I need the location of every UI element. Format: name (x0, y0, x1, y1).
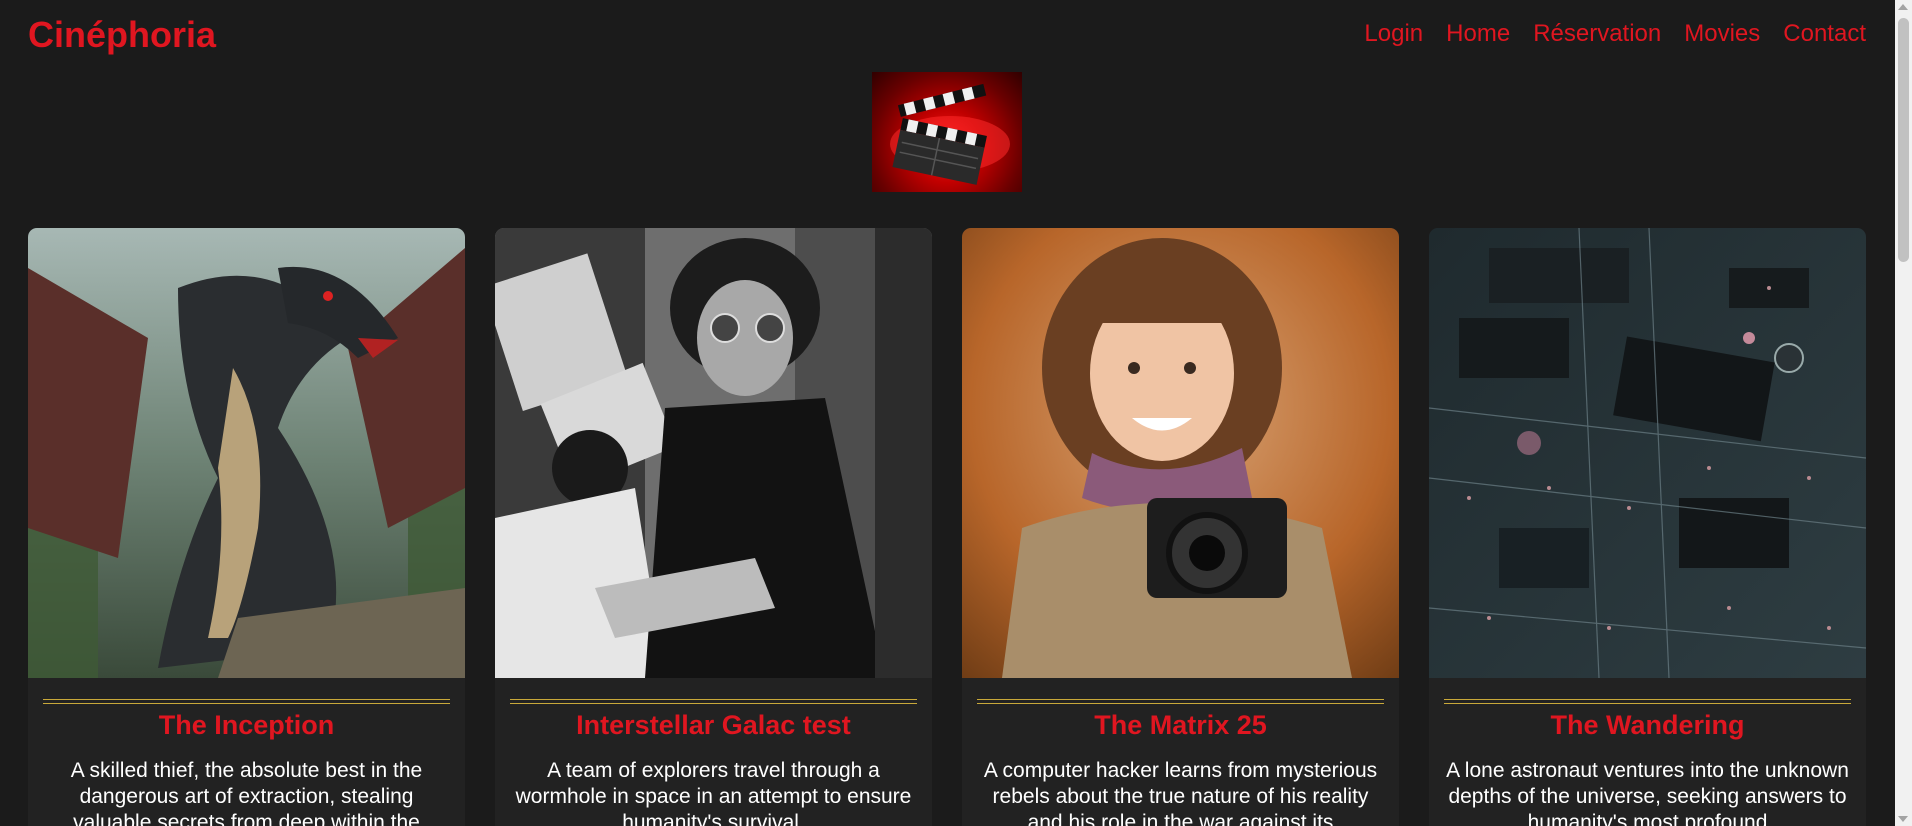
scroll-thumb[interactable] (1898, 18, 1909, 262)
movie-description: A lone astronaut ventures into the unkno… (1446, 759, 1849, 826)
movie-card[interactable]: Interstellar Galac test A team of explor… (495, 228, 932, 826)
movie-title[interactable]: The Wandering (1429, 710, 1866, 741)
nav-link-reservation[interactable]: Réservation (1533, 20, 1661, 48)
dragon-image (28, 228, 465, 678)
title-divider (977, 699, 1384, 704)
main-nav: Login Home Réservation Movies Contact (1364, 20, 1866, 48)
movie-description: A skilled thief, the absolute best in th… (70, 759, 423, 826)
title-divider (510, 699, 917, 704)
title-divider (1444, 699, 1851, 704)
page: Cinéphoria Login Home Réservation Movies… (0, 0, 1912, 826)
scroll-down-icon[interactable] (1898, 816, 1908, 822)
scroll-up-icon[interactable] (1898, 4, 1908, 10)
nav-link-home[interactable]: Home (1446, 20, 1510, 48)
movie-card[interactable]: The Inception A skilled thief, the absol… (28, 228, 465, 826)
title-divider (43, 699, 450, 704)
movie-title[interactable]: The Matrix 25 (962, 710, 1399, 741)
nav-link-contact[interactable]: Contact (1783, 20, 1866, 48)
movie-description: A computer hacker learns from mysterious… (983, 759, 1378, 826)
nav-link-movies[interactable]: Movies (1684, 20, 1760, 48)
movie-card[interactable]: The Wandering A lone astronaut ventures … (1429, 228, 1866, 826)
movie-list: The Inception A skilled thief, the absol… (28, 228, 1866, 826)
movie-card[interactable]: The Matrix 25 A computer hacker learns f… (962, 228, 1399, 826)
nav-link-login[interactable]: Login (1364, 20, 1423, 48)
bw-portrait-image (495, 228, 932, 678)
circuit-board-image (1429, 228, 1866, 678)
vertical-scrollbar[interactable] (1895, 0, 1912, 826)
clapperboard-icon (872, 72, 1022, 192)
movie-title[interactable]: The Inception (28, 710, 465, 741)
girl-camera-image (962, 228, 1399, 678)
movie-title[interactable]: Interstellar Galac test (495, 710, 932, 741)
movie-description: A team of explorers travel through a wor… (515, 759, 912, 826)
brand-logo-text[interactable]: Cinéphoria (28, 14, 216, 56)
